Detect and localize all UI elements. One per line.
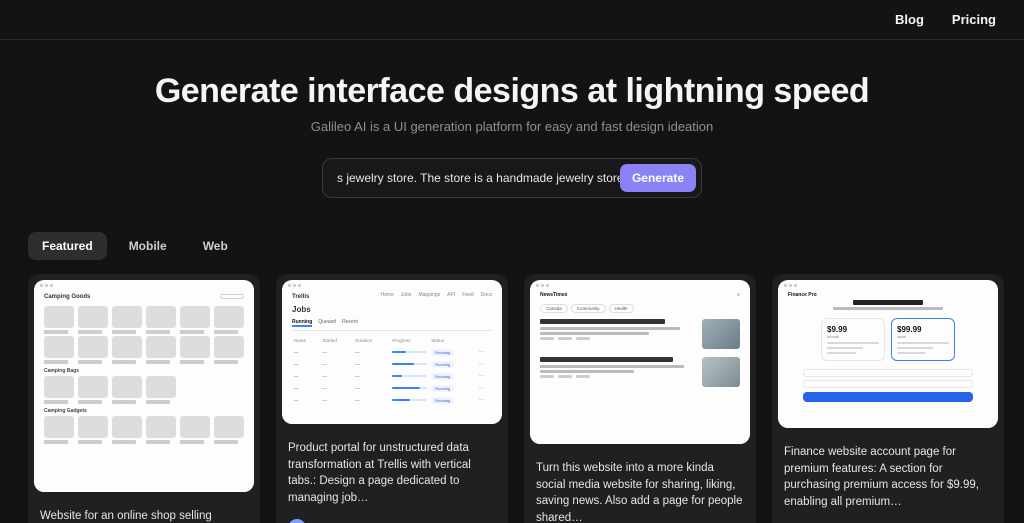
browser-dots-icon xyxy=(536,284,549,287)
thumb-table: Name Started Duration Progress Status ——… xyxy=(292,335,492,406)
thumb-header: Camping Goods xyxy=(44,294,90,300)
page-subtitle: Galileo AI is a UI generation platform f… xyxy=(0,119,1024,134)
thumb-section-label: Camping Gadgets xyxy=(44,408,244,414)
thumb-app-name: NewsTimes xyxy=(540,292,567,298)
gallery: Camping Goods Camping Bags xyxy=(28,274,1024,523)
card-description: Turn this website into a more kinda soci… xyxy=(524,450,756,523)
card-description: Website for an online shop selling campi… xyxy=(28,498,260,523)
plan-price: $9.99 xyxy=(827,325,879,334)
card-description: Product portal for unstructured data tra… xyxy=(276,430,508,519)
thumb-section-label: Camping Bags xyxy=(44,368,244,374)
hero-section: Generate interface designs at lightning … xyxy=(0,72,1024,198)
tab-mobile[interactable]: Mobile xyxy=(115,232,181,260)
page-title: Generate interface designs at lightning … xyxy=(0,72,1024,111)
gallery-card[interactable]: Finance Pro $9.99 /month $99.99 /year xyxy=(772,274,1004,523)
gallery-card[interactable]: Trellis HomeJobsMappingsAPIFeedDocs Jobs… xyxy=(276,274,508,523)
thumb-app-name: Trellis xyxy=(292,294,309,300)
thumb-post xyxy=(540,357,740,387)
thumb-plans: $9.99 /month $99.99 /year xyxy=(788,318,988,361)
tab-web[interactable]: Web xyxy=(189,232,242,260)
plan-price: $99.99 xyxy=(897,325,949,334)
thumb-nav: HomeJobsMappingsAPIFeedDocs xyxy=(378,292,492,298)
browser-dots-icon xyxy=(40,284,53,287)
search-icon xyxy=(220,294,244,299)
nav-pricing-link[interactable]: Pricing xyxy=(952,12,996,27)
gallery-card[interactable]: NewsTimes ≡ Canada Community Health xyxy=(524,274,756,523)
image-icon xyxy=(702,319,740,349)
card-thumbnail: NewsTimes ≡ Canada Community Health xyxy=(530,280,750,444)
prompt-input[interactable] xyxy=(337,171,620,185)
browser-dots-icon xyxy=(288,284,301,287)
browser-dots-icon xyxy=(784,284,797,287)
card-thumbnail: Finance Pro $9.99 /month $99.99 /year xyxy=(778,280,998,428)
nav-blog-link[interactable]: Blog xyxy=(895,12,924,27)
pay-button-icon xyxy=(803,392,973,402)
thumb-tags: Canada Community Health xyxy=(540,304,740,313)
menu-icon: ≡ xyxy=(737,292,740,298)
image-icon xyxy=(702,357,740,387)
thumb-form xyxy=(788,369,988,402)
card-thumbnail: Camping Goods Camping Bags xyxy=(34,280,254,492)
tab-featured[interactable]: Featured xyxy=(28,232,107,260)
gallery-card[interactable]: Camping Goods Camping Bags xyxy=(28,274,260,523)
card-description: Finance website account page for premium… xyxy=(772,434,1004,523)
prompt-bar: Generate xyxy=(322,158,702,198)
thumb-post xyxy=(540,319,740,349)
thumb-title: Jobs xyxy=(292,305,492,314)
gallery-tabs: Featured Mobile Web xyxy=(28,232,1024,260)
card-author: Marker xyxy=(276,519,508,523)
thumb-tabs: Running Queued Recent xyxy=(292,319,492,331)
thumb-heading xyxy=(853,300,923,305)
avatar xyxy=(288,519,306,523)
card-thumbnail: Trellis HomeJobsMappingsAPIFeedDocs Jobs… xyxy=(282,280,502,424)
top-nav: Blog Pricing xyxy=(0,0,1024,40)
generate-button[interactable]: Generate xyxy=(620,164,696,192)
thumb-app-name: Finance Pro xyxy=(788,292,988,298)
